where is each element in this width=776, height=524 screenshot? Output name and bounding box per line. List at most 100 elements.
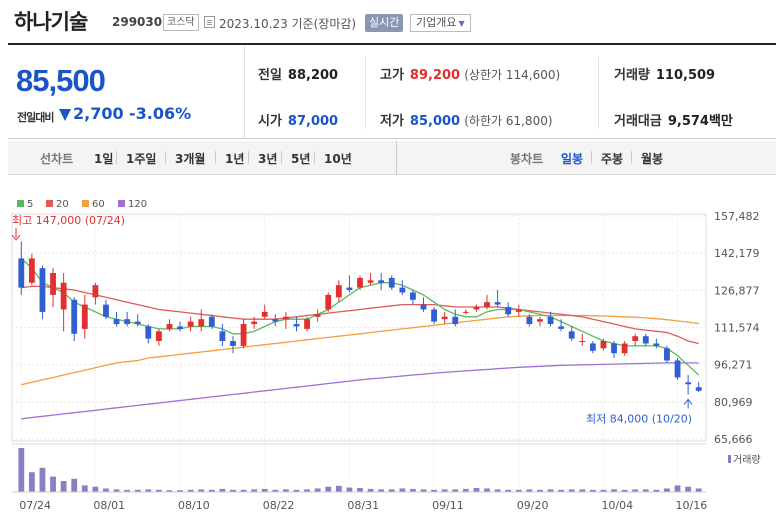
x-tick-label: 10/04 xyxy=(601,499,633,512)
candle-body xyxy=(674,360,681,378)
candle-monthly[interactable]: 월봉 xyxy=(641,150,663,167)
open-label: 시가 xyxy=(258,114,282,129)
candle-body xyxy=(113,319,120,325)
volume-bars: 거래량 xyxy=(12,443,761,492)
lower-limit: (하한가 61,800) xyxy=(464,114,553,128)
candle-body xyxy=(462,311,469,313)
legend-label: 5 xyxy=(27,199,33,210)
x-tick-label: 09/11 xyxy=(432,499,464,512)
open-value: 87,000 xyxy=(287,114,339,129)
candle-body xyxy=(177,326,183,329)
period-1y[interactable]: 1년 xyxy=(225,150,244,167)
candle-body xyxy=(282,316,289,320)
candle-body xyxy=(261,311,268,317)
low-price: 저가 85,000 (하한가 61,800) xyxy=(380,110,553,129)
x-tick-label: 08/01 xyxy=(93,499,125,512)
y-tick-label: 142,179 xyxy=(714,247,760,260)
prev-close-label: 전일 xyxy=(258,68,282,83)
chart-grid xyxy=(11,213,707,492)
candle-body xyxy=(505,307,512,315)
divider xyxy=(631,151,632,164)
period-1d[interactable]: 1일 xyxy=(94,150,113,167)
candle-body xyxy=(589,343,596,351)
ma20-line xyxy=(21,285,699,345)
volume-bar xyxy=(484,488,490,492)
period-10y[interactable]: 10년 xyxy=(324,150,352,167)
volume-bar xyxy=(674,485,681,492)
company-overview-button[interactable]: 기업개요 ▼ xyxy=(410,14,471,32)
candle-body xyxy=(39,268,46,312)
candle-body xyxy=(642,336,649,344)
volume-bar xyxy=(18,448,25,492)
divider xyxy=(215,151,216,164)
candle-body xyxy=(240,324,247,346)
candle-body xyxy=(155,331,162,342)
candle-body xyxy=(124,319,131,325)
legend-swatch xyxy=(82,200,89,207)
x-tick-label: 07/24 xyxy=(19,499,51,512)
divider xyxy=(165,151,166,164)
divider xyxy=(365,57,366,129)
stock-chart[interactable]: 5 20 60 120 157,482 142,179 126,877 111,574 96,… xyxy=(0,195,776,524)
candle-body xyxy=(325,294,332,310)
legend-label: 20 xyxy=(56,199,69,210)
volume-bar xyxy=(399,488,406,492)
market-badge: 코스닥 xyxy=(163,14,199,31)
period-1w[interactable]: 1주일 xyxy=(126,150,156,167)
trade-amount-label: 거래대금 xyxy=(614,114,662,129)
y-tick-label: 96,271 xyxy=(714,359,753,372)
chevron-down-icon: ▼ xyxy=(458,19,465,28)
divider xyxy=(314,151,315,164)
price-info-panel: 85,500 전일대비 2,700 -3.06% 전일 88,200 시가 87,0… xyxy=(8,43,776,139)
period-3y[interactable]: 3년 xyxy=(258,150,277,167)
x-tick-label: 10/16 xyxy=(676,499,708,512)
company-overview-label: 기업개요 xyxy=(416,16,457,29)
volume-legend-swatch xyxy=(728,455,731,463)
candle-body xyxy=(230,341,236,346)
change-label: 전일대비 xyxy=(17,111,54,124)
candle-body xyxy=(18,258,25,288)
y-tick-label: 157,482 xyxy=(714,210,760,223)
volume-value: 110,509 xyxy=(655,68,716,83)
period-5y[interactable]: 5년 xyxy=(291,150,310,167)
candle-body xyxy=(335,285,342,298)
current-price: 85,500 xyxy=(16,63,106,98)
stock-name: 하나기술 xyxy=(14,10,88,34)
low-value: 85,000 xyxy=(409,114,461,129)
candle-body xyxy=(388,277,395,288)
candle-body xyxy=(81,304,88,329)
candle-body xyxy=(166,324,173,329)
high-value: 89,200 xyxy=(409,68,461,83)
period-3m[interactable]: 3개월 xyxy=(175,150,205,167)
candle-body xyxy=(441,316,448,320)
volume-bar xyxy=(695,488,702,492)
candle-body xyxy=(473,307,480,310)
candle-weekly[interactable]: 주봉 xyxy=(601,150,623,167)
candle-body xyxy=(378,280,385,283)
volume-bar xyxy=(92,486,99,492)
x-tick-label: 08/10 xyxy=(178,499,210,512)
candle-body xyxy=(695,387,702,391)
low-annotation: 최저 84,000 (10/20) xyxy=(586,412,692,425)
high-annotation: 최고 147,000 (07/24) xyxy=(12,214,125,227)
candle-body xyxy=(410,292,416,300)
prev-close: 전일 88,200 xyxy=(258,64,338,83)
ma60-line xyxy=(21,314,699,386)
volume-bar xyxy=(314,488,321,492)
candle-body xyxy=(579,341,586,343)
candle-body xyxy=(208,316,215,327)
candle-body xyxy=(92,285,99,298)
calendar-icon xyxy=(204,16,215,28)
divider xyxy=(248,151,249,164)
candle-chart-label: 봉차트 xyxy=(510,152,544,166)
volume-bar xyxy=(685,486,692,492)
volume-bar xyxy=(473,488,480,492)
y-tick-label: 111,574 xyxy=(714,322,760,335)
volume-legend-label: 거래량 xyxy=(733,454,761,466)
change-amount: 2,700 xyxy=(73,104,124,123)
candle-body xyxy=(357,277,363,288)
candle-body xyxy=(621,343,628,354)
realtime-button[interactable]: 실시간 xyxy=(365,14,404,32)
candle-daily[interactable]: 일봉 xyxy=(561,150,583,167)
candle-body xyxy=(484,302,490,308)
